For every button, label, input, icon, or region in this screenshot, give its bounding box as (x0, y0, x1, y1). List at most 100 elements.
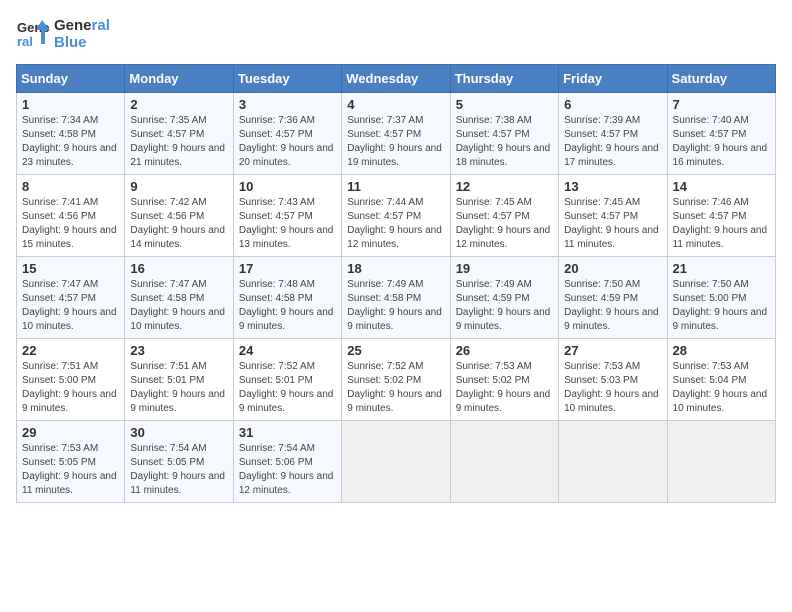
day-number: 26 (456, 343, 553, 358)
day-info: Sunrise: 7:52 AM Sunset: 5:02 PM Dayligh… (347, 360, 444, 416)
day-number: 30 (130, 425, 227, 440)
day-info: Sunrise: 7:44 AM Sunset: 4:57 PM Dayligh… (347, 196, 444, 252)
day-info: Sunrise: 7:50 AM Sunset: 4:59 PM Dayligh… (564, 278, 661, 334)
day-number: 6 (564, 97, 661, 112)
day-info: Sunrise: 7:50 AM Sunset: 5:00 PM Dayligh… (673, 278, 770, 334)
day-number: 23 (130, 343, 227, 358)
day-number: 8 (22, 179, 119, 194)
day-number: 13 (564, 179, 661, 194)
day-info: Sunrise: 7:35 AM Sunset: 4:57 PM Dayligh… (130, 114, 227, 170)
calendar-week-row: 22 Sunrise: 7:51 AM Sunset: 5:00 PM Dayl… (17, 339, 776, 421)
day-info: Sunrise: 7:34 AM Sunset: 4:58 PM Dayligh… (22, 114, 119, 170)
day-of-week-header: Sunday (17, 65, 125, 93)
logo-container: Gene ral GeneralBlue (16, 16, 110, 52)
day-info: Sunrise: 7:45 AM Sunset: 4:57 PM Dayligh… (456, 196, 553, 252)
calendar-day-cell: 5 Sunrise: 7:38 AM Sunset: 4:57 PM Dayli… (450, 93, 558, 175)
day-of-week-header: Tuesday (233, 65, 341, 93)
calendar-day-cell: 30 Sunrise: 7:54 AM Sunset: 5:05 PM Dayl… (125, 421, 233, 503)
day-number: 17 (239, 261, 336, 276)
day-number: 12 (456, 179, 553, 194)
day-info: Sunrise: 7:49 AM Sunset: 4:58 PM Dayligh… (347, 278, 444, 334)
calendar-day-cell (667, 421, 775, 503)
day-info: Sunrise: 7:51 AM Sunset: 5:00 PM Dayligh… (22, 360, 119, 416)
day-info: Sunrise: 7:54 AM Sunset: 5:05 PM Dayligh… (130, 442, 227, 498)
calendar-week-row: 1 Sunrise: 7:34 AM Sunset: 4:58 PM Dayli… (17, 93, 776, 175)
calendar-day-cell (342, 421, 450, 503)
day-number: 1 (22, 97, 119, 112)
calendar-day-cell: 12 Sunrise: 7:45 AM Sunset: 4:57 PM Dayl… (450, 175, 558, 257)
day-info: Sunrise: 7:49 AM Sunset: 4:59 PM Dayligh… (456, 278, 553, 334)
day-number: 9 (130, 179, 227, 194)
day-number: 10 (239, 179, 336, 194)
calendar-day-cell: 4 Sunrise: 7:37 AM Sunset: 4:57 PM Dayli… (342, 93, 450, 175)
calendar-day-cell: 23 Sunrise: 7:51 AM Sunset: 5:01 PM Dayl… (125, 339, 233, 421)
logo-text: GeneralBlue (54, 17, 110, 52)
day-info: Sunrise: 7:47 AM Sunset: 4:57 PM Dayligh… (22, 278, 119, 334)
calendar-header-row: SundayMondayTuesdayWednesdayThursdayFrid… (17, 65, 776, 93)
calendar-day-cell: 20 Sunrise: 7:50 AM Sunset: 4:59 PM Dayl… (559, 257, 667, 339)
calendar-day-cell: 24 Sunrise: 7:52 AM Sunset: 5:01 PM Dayl… (233, 339, 341, 421)
day-number: 5 (456, 97, 553, 112)
calendar-day-cell: 13 Sunrise: 7:45 AM Sunset: 4:57 PM Dayl… (559, 175, 667, 257)
day-of-week-header: Saturday (667, 65, 775, 93)
calendar-day-cell: 18 Sunrise: 7:49 AM Sunset: 4:58 PM Dayl… (342, 257, 450, 339)
day-number: 21 (673, 261, 770, 276)
day-info: Sunrise: 7:43 AM Sunset: 4:57 PM Dayligh… (239, 196, 336, 252)
day-number: 28 (673, 343, 770, 358)
calendar-day-cell: 2 Sunrise: 7:35 AM Sunset: 4:57 PM Dayli… (125, 93, 233, 175)
day-number: 4 (347, 97, 444, 112)
calendar-day-cell: 6 Sunrise: 7:39 AM Sunset: 4:57 PM Dayli… (559, 93, 667, 175)
calendar-day-cell: 22 Sunrise: 7:51 AM Sunset: 5:00 PM Dayl… (17, 339, 125, 421)
day-info: Sunrise: 7:48 AM Sunset: 4:58 PM Dayligh… (239, 278, 336, 334)
day-number: 20 (564, 261, 661, 276)
calendar-day-cell: 3 Sunrise: 7:36 AM Sunset: 4:57 PM Dayli… (233, 93, 341, 175)
day-number: 11 (347, 179, 444, 194)
calendar-day-cell: 1 Sunrise: 7:34 AM Sunset: 4:58 PM Dayli… (17, 93, 125, 175)
calendar-day-cell: 9 Sunrise: 7:42 AM Sunset: 4:56 PM Dayli… (125, 175, 233, 257)
day-info: Sunrise: 7:52 AM Sunset: 5:01 PM Dayligh… (239, 360, 336, 416)
calendar-day-cell: 11 Sunrise: 7:44 AM Sunset: 4:57 PM Dayl… (342, 175, 450, 257)
day-info: Sunrise: 7:36 AM Sunset: 4:57 PM Dayligh… (239, 114, 336, 170)
day-number: 7 (673, 97, 770, 112)
day-info: Sunrise: 7:37 AM Sunset: 4:57 PM Dayligh… (347, 114, 444, 170)
day-number: 19 (456, 261, 553, 276)
day-info: Sunrise: 7:42 AM Sunset: 4:56 PM Dayligh… (130, 196, 227, 252)
day-of-week-header: Friday (559, 65, 667, 93)
calendar-day-cell (559, 421, 667, 503)
day-info: Sunrise: 7:47 AM Sunset: 4:58 PM Dayligh… (130, 278, 227, 334)
page-header: Gene ral GeneralBlue (16, 16, 776, 52)
calendar-week-row: 15 Sunrise: 7:47 AM Sunset: 4:57 PM Dayl… (17, 257, 776, 339)
day-of-week-header: Monday (125, 65, 233, 93)
calendar-day-cell: 8 Sunrise: 7:41 AM Sunset: 4:56 PM Dayli… (17, 175, 125, 257)
day-number: 27 (564, 343, 661, 358)
calendar-week-row: 8 Sunrise: 7:41 AM Sunset: 4:56 PM Dayli… (17, 175, 776, 257)
calendar-day-cell: 17 Sunrise: 7:48 AM Sunset: 4:58 PM Dayl… (233, 257, 341, 339)
day-number: 29 (22, 425, 119, 440)
day-info: Sunrise: 7:46 AM Sunset: 4:57 PM Dayligh… (673, 196, 770, 252)
day-info: Sunrise: 7:53 AM Sunset: 5:03 PM Dayligh… (564, 360, 661, 416)
calendar-day-cell: 21 Sunrise: 7:50 AM Sunset: 5:00 PM Dayl… (667, 257, 775, 339)
day-number: 2 (130, 97, 227, 112)
calendar-day-cell: 19 Sunrise: 7:49 AM Sunset: 4:59 PM Dayl… (450, 257, 558, 339)
svg-text:ral: ral (17, 34, 33, 49)
day-number: 31 (239, 425, 336, 440)
day-info: Sunrise: 7:39 AM Sunset: 4:57 PM Dayligh… (564, 114, 661, 170)
day-info: Sunrise: 7:38 AM Sunset: 4:57 PM Dayligh… (456, 114, 553, 170)
calendar-week-row: 29 Sunrise: 7:53 AM Sunset: 5:05 PM Dayl… (17, 421, 776, 503)
calendar-day-cell: 29 Sunrise: 7:53 AM Sunset: 5:05 PM Dayl… (17, 421, 125, 503)
day-of-week-header: Thursday (450, 65, 558, 93)
calendar-day-cell (450, 421, 558, 503)
calendar-day-cell: 15 Sunrise: 7:47 AM Sunset: 4:57 PM Dayl… (17, 257, 125, 339)
calendar-day-cell: 7 Sunrise: 7:40 AM Sunset: 4:57 PM Dayli… (667, 93, 775, 175)
day-info: Sunrise: 7:53 AM Sunset: 5:04 PM Dayligh… (673, 360, 770, 416)
day-info: Sunrise: 7:40 AM Sunset: 4:57 PM Dayligh… (673, 114, 770, 170)
logo-icon: Gene ral (16, 16, 52, 52)
day-info: Sunrise: 7:41 AM Sunset: 4:56 PM Dayligh… (22, 196, 119, 252)
calendar-day-cell: 26 Sunrise: 7:53 AM Sunset: 5:02 PM Dayl… (450, 339, 558, 421)
day-number: 3 (239, 97, 336, 112)
day-info: Sunrise: 7:51 AM Sunset: 5:01 PM Dayligh… (130, 360, 227, 416)
day-info: Sunrise: 7:45 AM Sunset: 4:57 PM Dayligh… (564, 196, 661, 252)
day-info: Sunrise: 7:54 AM Sunset: 5:06 PM Dayligh… (239, 442, 336, 498)
logo: Gene ral GeneralBlue (16, 16, 110, 52)
day-number: 25 (347, 343, 444, 358)
